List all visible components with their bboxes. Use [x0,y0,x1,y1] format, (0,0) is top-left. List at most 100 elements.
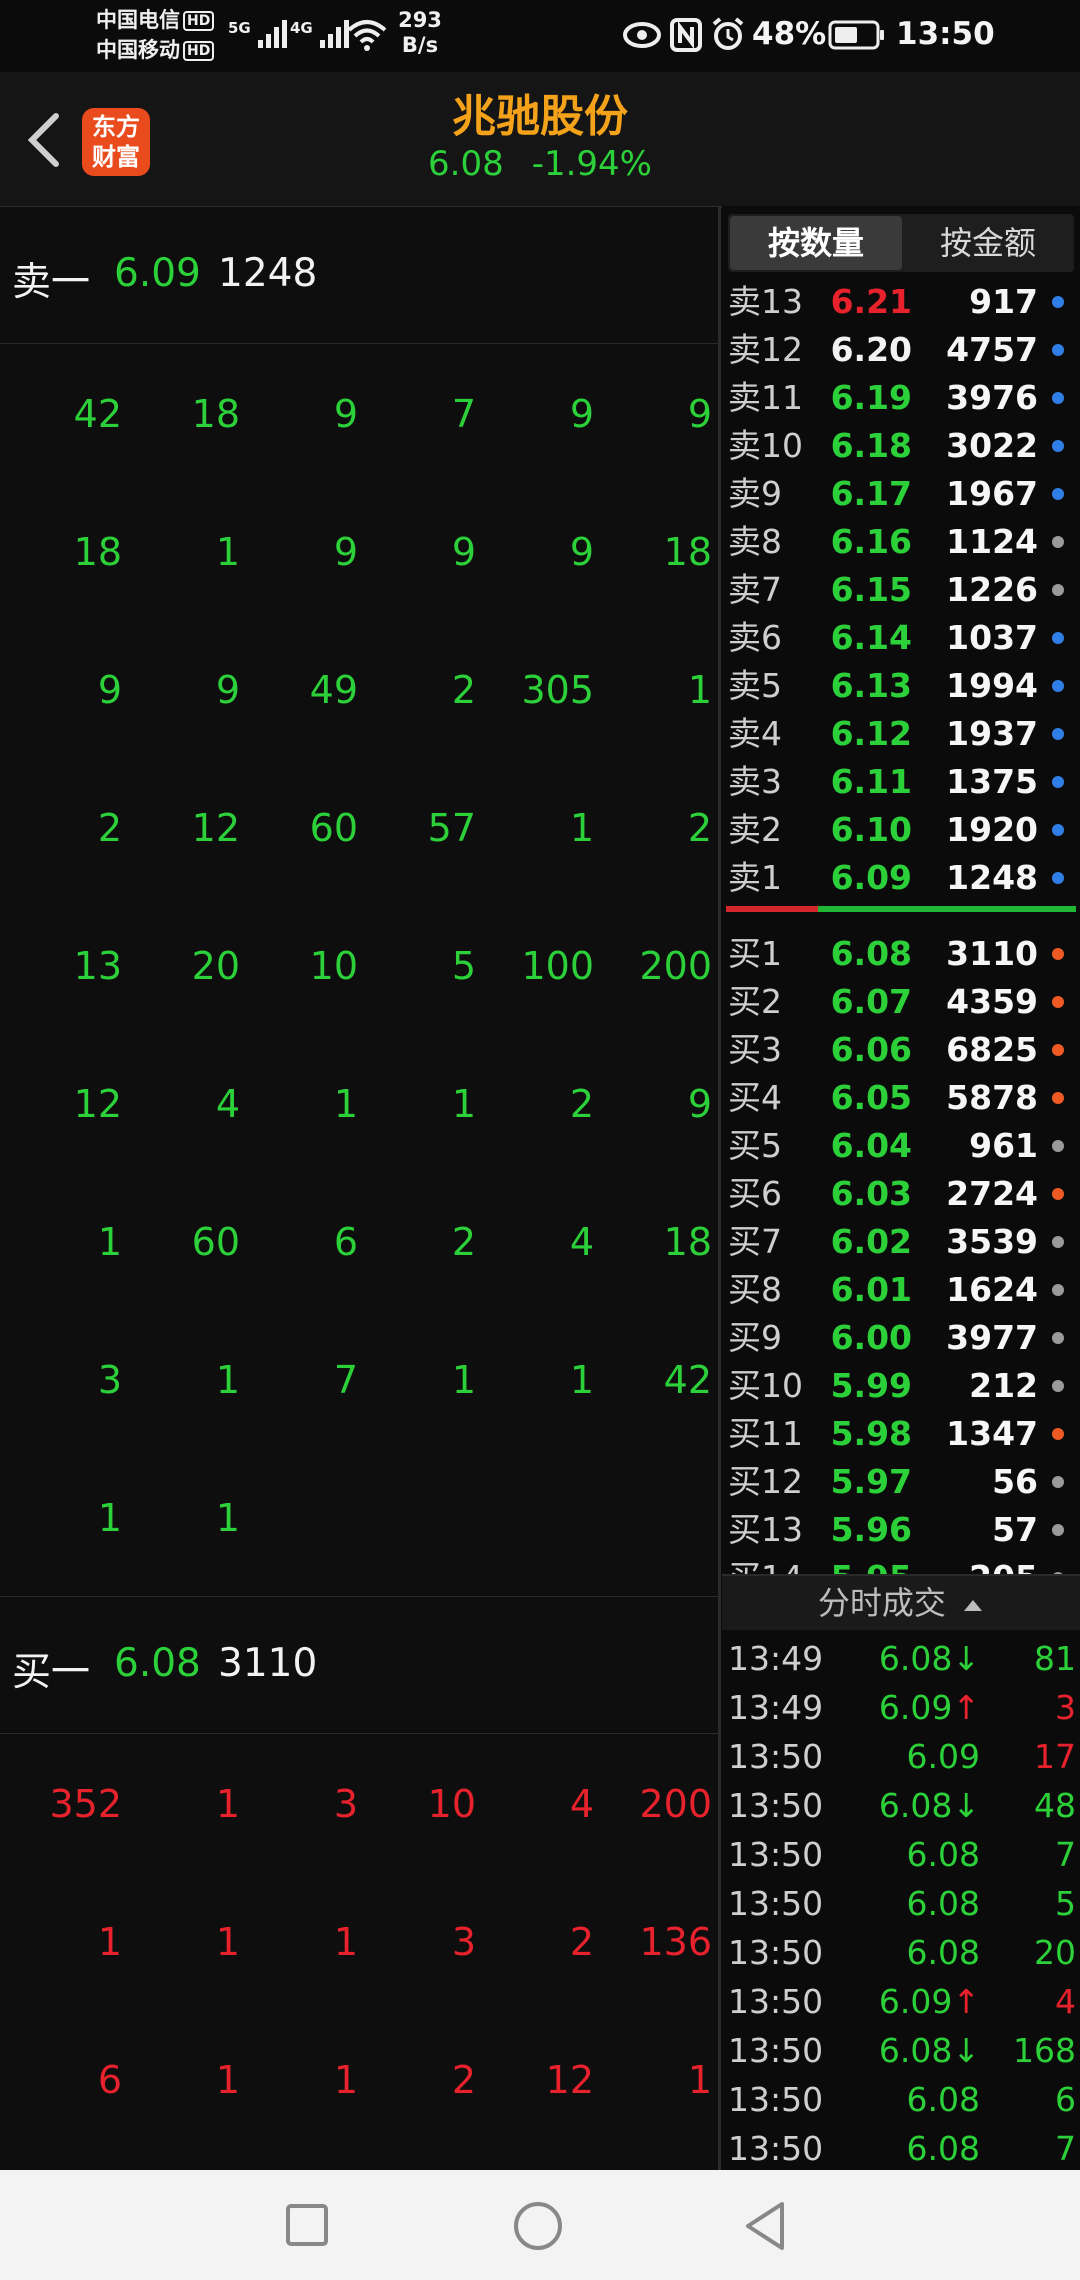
order-level-row[interactable]: 卖2 6.10 1920 [722,806,1080,854]
order-level-row[interactable]: 卖3 6.11 1375 [722,758,1080,806]
trade-time: 13:50 [728,1786,824,1825]
level-dot-icon [1052,344,1064,356]
queue-cell: 1 [97,1496,122,1540]
home-button[interactable] [512,2200,564,2252]
sell-levels-list[interactable]: 卖13 6.21 917 卖12 6.20 4757 卖11 6.19 3976 卖10 6.18 3… [722,278,1080,902]
level-name: 买9 [728,1318,782,1357]
level-price: 6.08 [830,934,912,973]
level-volume: 56 [992,1462,1038,1501]
trade-price-value: 6.09 [878,1688,953,1727]
signal-4g-icon: 4G [290,16,352,50]
tab-by-amount[interactable]: 按金额 [902,214,1074,272]
queue-cell: 18 [191,392,240,436]
level-name: 卖6 [728,618,782,657]
trade-volume: 4 [1055,1982,1076,2021]
order-level-row[interactable]: 买9 6.00 3977 [722,1314,1080,1362]
order-level-row[interactable]: 买7 6.02 3539 [722,1218,1080,1266]
nav-back-button[interactable] [742,2200,788,2252]
trade-row: 13:50 6.08 20 [722,1928,1080,1977]
queue-cell: 1 [569,1358,594,1402]
queue-detail-panel[interactable]: 卖一 6.09 1248 42 18 9 7 9 9 18 1 9 9 9 18 9 9 49 2 305 1 2 1… [0,206,720,2170]
level-dot-icon [1052,1236,1064,1248]
order-level-row[interactable]: 卖6 6.14 1037 [722,614,1080,662]
recent-apps-button[interactable] [284,2202,330,2248]
trade-price: 6.08 [832,2075,980,2124]
queue-cell: 200 [639,1782,712,1826]
order-level-row[interactable]: 卖10 6.18 3022 [722,422,1080,470]
level-price: 5.97 [830,1462,912,1501]
queue-cell: 1 [451,1358,476,1402]
level-name: 卖13 [728,282,803,321]
level-dot-icon [1052,488,1064,500]
tab-by-quantity[interactable]: 按数量 [730,216,902,270]
level-volume: 3977 [946,1318,1038,1357]
order-level-row[interactable]: 卖4 6.12 1937 [722,710,1080,758]
square-icon [286,2204,328,2246]
sell-ratio-bar [726,906,818,912]
order-level-row[interactable]: 买3 6.06 6825 [722,1026,1080,1074]
trades-header[interactable]: 分时成交 [722,1576,1080,1630]
order-level-row[interactable]: 卖8 6.16 1124 [722,518,1080,566]
queue-cell: 1 [333,1082,358,1126]
queue-cell: 352 [49,1782,122,1826]
level-price: 6.03 [830,1174,912,1213]
order-level-row[interactable]: 买6 6.03 2724 [722,1170,1080,1218]
level-volume: 3110 [946,934,1038,973]
order-level-row[interactable]: 卖5 6.13 1994 [722,662,1080,710]
sell-1-label: 卖一 [12,260,91,305]
trade-time: 13:50 [728,1737,824,1776]
trade-volume: 7 [1055,2129,1076,2168]
trade-price-value: 6.08 [906,2080,980,2119]
trade-price: 6.09↑ [832,1683,980,1732]
order-level-row[interactable]: 买8 6.01 1624 [722,1266,1080,1314]
level-volume: 5878 [946,1078,1038,1117]
queue-cell: 2 [569,1082,594,1126]
level-dot-icon [1052,1332,1064,1344]
level-price: 6.14 [830,618,912,657]
order-level-row[interactable]: 卖13 6.21 917 [722,278,1080,326]
trade-price: 6.08↓ [832,1634,980,1683]
level-price: 6.17 [830,474,912,513]
trade-price: 6.08 [832,1879,980,1928]
order-level-row[interactable]: 买2 6.07 4359 [722,978,1080,1026]
queue-cell: 4 [569,1220,594,1264]
order-level-row[interactable]: 买13 5.96 57 [722,1506,1080,1554]
trade-price-value: 6.09 [878,1982,953,2021]
queue-cell: 9 [687,392,712,436]
level-dot-icon [1052,584,1064,596]
level-price: 6.15 [830,570,912,609]
order-level-row[interactable]: 买12 5.97 56 [722,1458,1080,1506]
level-price: 6.04 [830,1126,912,1165]
level-dot-icon [1052,728,1064,740]
trade-row: 13:49 6.08↓ 81 [722,1634,1080,1683]
queue-cell: 1 [687,2058,712,2102]
queue-cell: 6 [97,2058,122,2102]
trade-price-value: 6.08 [906,1884,980,1923]
queue-cell: 18 [663,530,712,574]
order-level-row[interactable]: 卖9 6.17 1967 [722,470,1080,518]
level-price: 6.10 [830,810,912,849]
trade-price: 6.08↓ [832,1781,980,1830]
order-level-row[interactable]: 卖12 6.20 4757 [722,326,1080,374]
level-volume: 3022 [946,426,1038,465]
level-volume: 917 [969,282,1038,321]
order-level-row[interactable]: 买11 5.98 1347 [722,1410,1080,1458]
order-level-row[interactable]: 卖11 6.19 3976 [722,374,1080,422]
level-name: 卖5 [728,666,782,705]
level-dot-icon [1052,776,1064,788]
level-dot-icon [1052,1092,1064,1104]
order-level-row[interactable]: 买1 6.08 3110 [722,930,1080,978]
order-level-row[interactable]: 买5 6.04 961 [722,1122,1080,1170]
buy-ratio-bar [818,906,1076,912]
order-level-row[interactable]: 买14 5.95205 [722,1554,1080,1574]
order-level-row[interactable]: 卖1 6.09 1248 [722,854,1080,902]
order-level-row[interactable]: 买4 6.05 5878 [722,1074,1080,1122]
level-name: 买13 [728,1510,803,1549]
queue-cell: 200 [639,944,712,988]
buy-levels-viewport[interactable]: 买1 6.08 3110 买2 6.07 4359 买3 6.06 6825 买4 6.05 5878… [722,918,1080,1574]
level-volume: 212 [969,1366,1038,1405]
order-level-row[interactable]: 卖7 6.15 1226 [722,566,1080,614]
level-price: 5.98 [830,1414,912,1453]
order-level-row[interactable]: 买10 5.99 212 [722,1362,1080,1410]
trade-row: 13:50 6.09 17 [722,1732,1080,1781]
